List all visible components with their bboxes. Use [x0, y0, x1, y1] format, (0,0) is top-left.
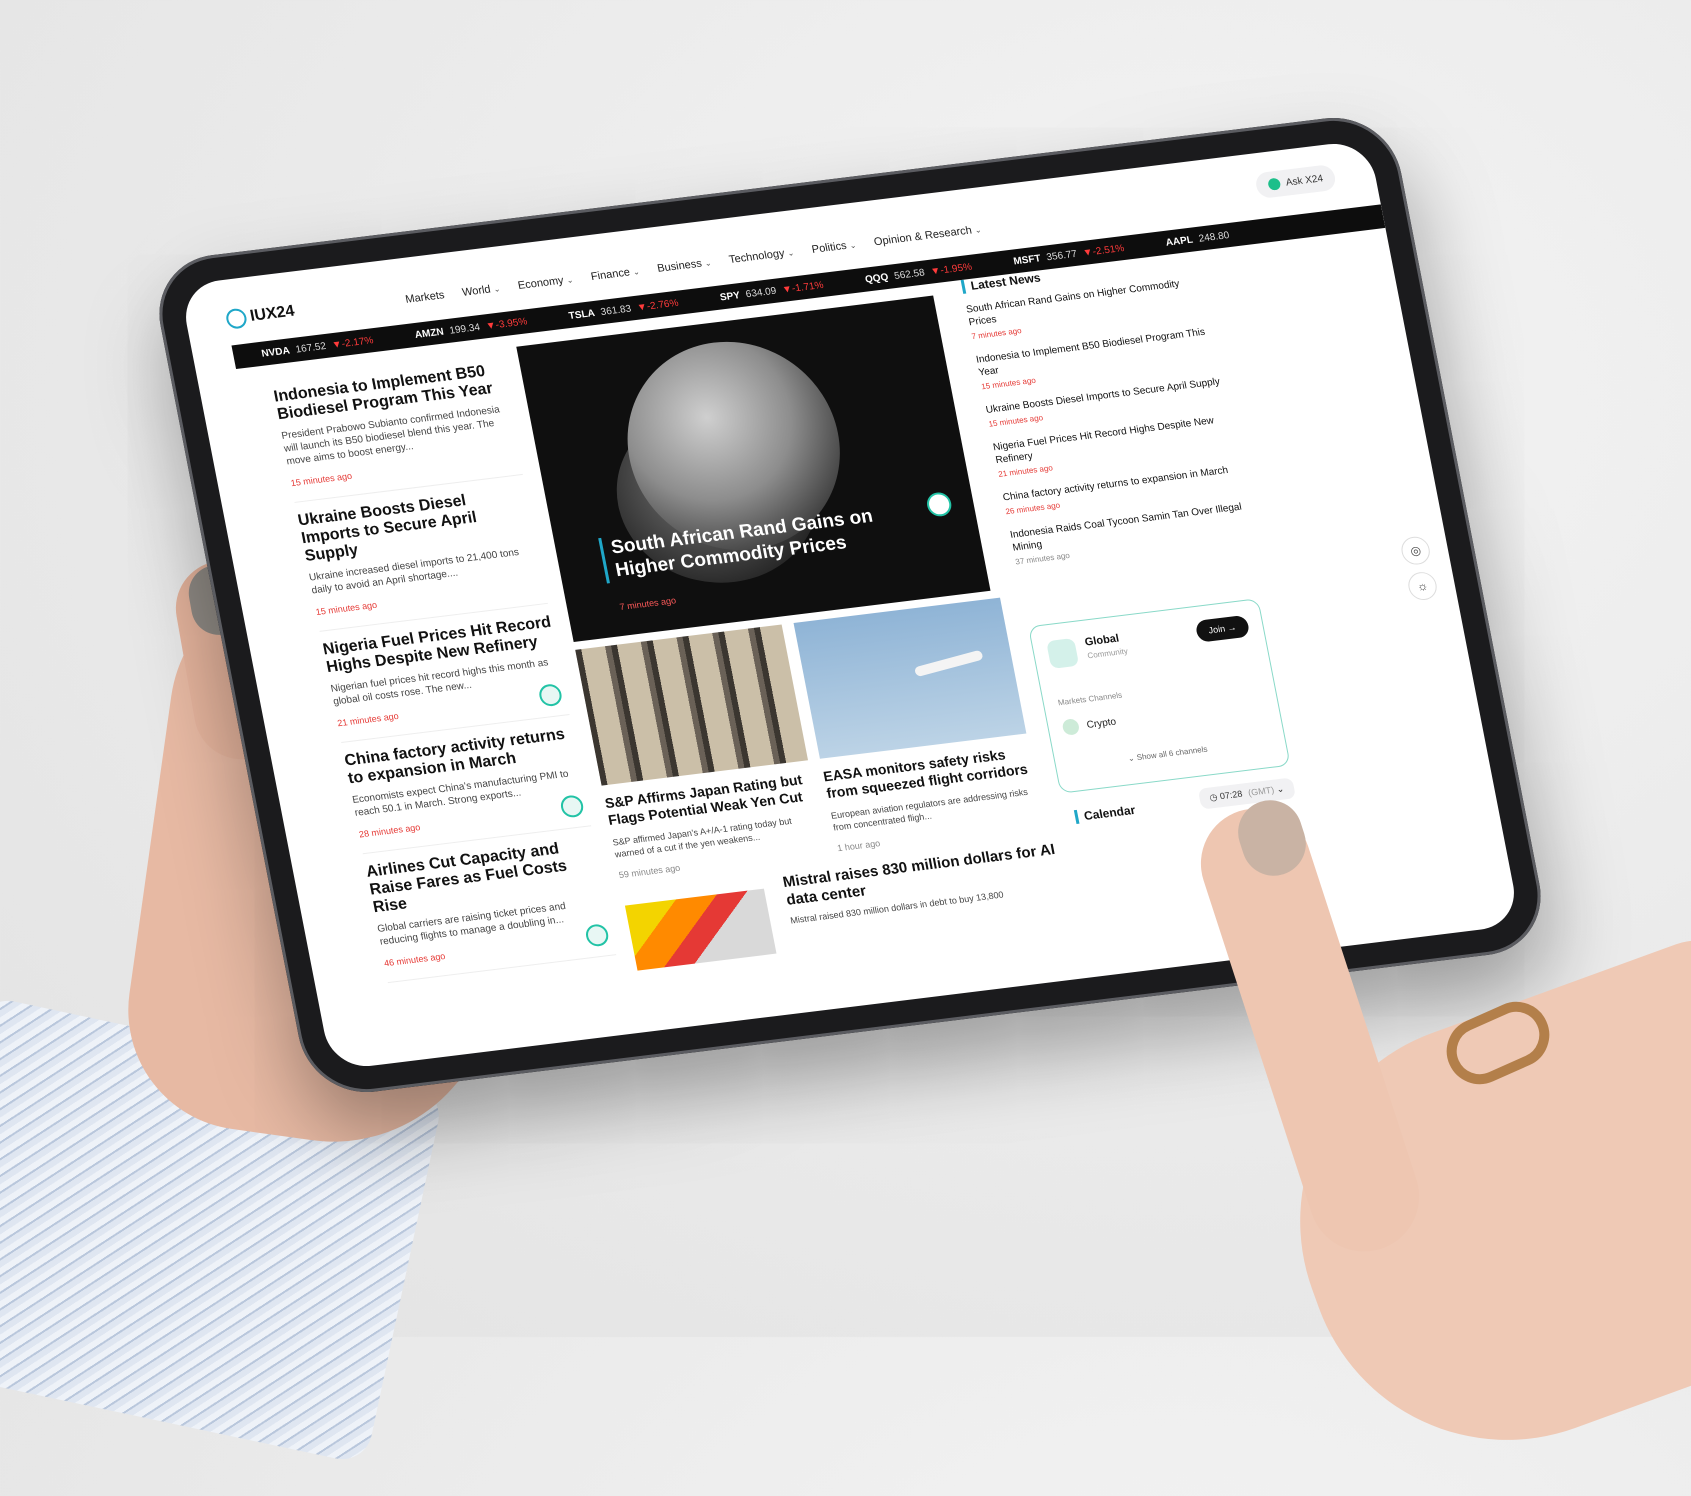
ticker-item[interactable]: SPY 634.09 ▼-1.71%: [719, 279, 825, 303]
join-button[interactable]: Join →: [1194, 614, 1251, 643]
story-item[interactable]: Airlines Cut Capacity and Raise Fares as…: [362, 826, 617, 984]
channels-label: Markets Channels: [1057, 690, 1123, 708]
nav-business[interactable]: Business⌄: [656, 256, 713, 275]
chevron-down-icon: ⌄: [632, 267, 641, 277]
source-icon: [584, 923, 611, 948]
chevron-down-icon: ⌄: [973, 225, 983, 235]
airplane-image: [793, 597, 1027, 759]
source-icon: [559, 794, 586, 819]
community-widget: Global Community Join → Markets Channels…: [1027, 598, 1291, 794]
channel-crypto[interactable]: Crypto: [1061, 714, 1117, 736]
community-globe-icon: [1046, 637, 1080, 669]
story-card-easa[interactable]: EASA monitors safety risks from squeezed…: [793, 597, 1045, 853]
logo-icon: [224, 307, 249, 330]
nav-politics[interactable]: Politics⌄: [811, 239, 858, 256]
chevron-down-icon: ⌄: [565, 275, 575, 286]
source-icon: [537, 683, 564, 708]
nav-world[interactable]: World⌄: [461, 282, 502, 299]
yen-notes-image: [575, 624, 809, 786]
ticker-item[interactable]: AAPL 248.80: [1165, 229, 1236, 249]
latest-news-panel: Latest News South African Rand Gains on …: [960, 250, 1257, 579]
chevron-down-icon: ⌄: [492, 284, 502, 295]
chevron-down-icon: ⌄: [703, 258, 713, 269]
clock-icon: ◷: [1208, 791, 1219, 803]
ask-x24-button[interactable]: Ask X24: [1253, 163, 1338, 200]
nav-technology[interactable]: Technology⌄: [728, 246, 795, 266]
nav-finance[interactable]: Finance⌄: [590, 265, 641, 283]
chevron-down-icon: ⌄: [1275, 783, 1285, 795]
theme-sun-icon[interactable]: ☼: [1405, 570, 1440, 602]
assistant-icon: [1266, 177, 1282, 191]
hero-story[interactable]: South African Rand Gains on Higher Commo…: [516, 295, 991, 642]
crypto-icon: [1061, 718, 1081, 736]
community-name: Global: [1083, 632, 1121, 649]
calendar-heading: Calendar: [1073, 802, 1137, 825]
community-sub: Community: [1086, 646, 1129, 661]
ticker-item[interactable]: QQQ 562.58 ▼-1.95%: [864, 261, 973, 285]
chevron-down-icon: ⌄: [786, 248, 796, 258]
nav-markets[interactable]: Markets: [404, 289, 445, 306]
globe-icon[interactable]: ◎: [1399, 535, 1433, 567]
show-all-channels[interactable]: ⌄ Show all 6 channels: [1127, 745, 1208, 764]
source-icon: [924, 491, 954, 518]
hero-time: 7 minutes ago: [618, 595, 677, 612]
chevron-down-icon: ⌄: [848, 240, 858, 251]
nav-economy[interactable]: Economy⌄: [517, 273, 574, 292]
story-card-japan[interactable]: S&P Affirms Japan Rating but Flags Poten…: [575, 624, 826, 880]
mistral-logo-image: [624, 888, 777, 971]
nav-opinion-research[interactable]: Opinion & Research⌄: [873, 223, 983, 248]
site-logo[interactable]: IUX24: [224, 302, 297, 330]
